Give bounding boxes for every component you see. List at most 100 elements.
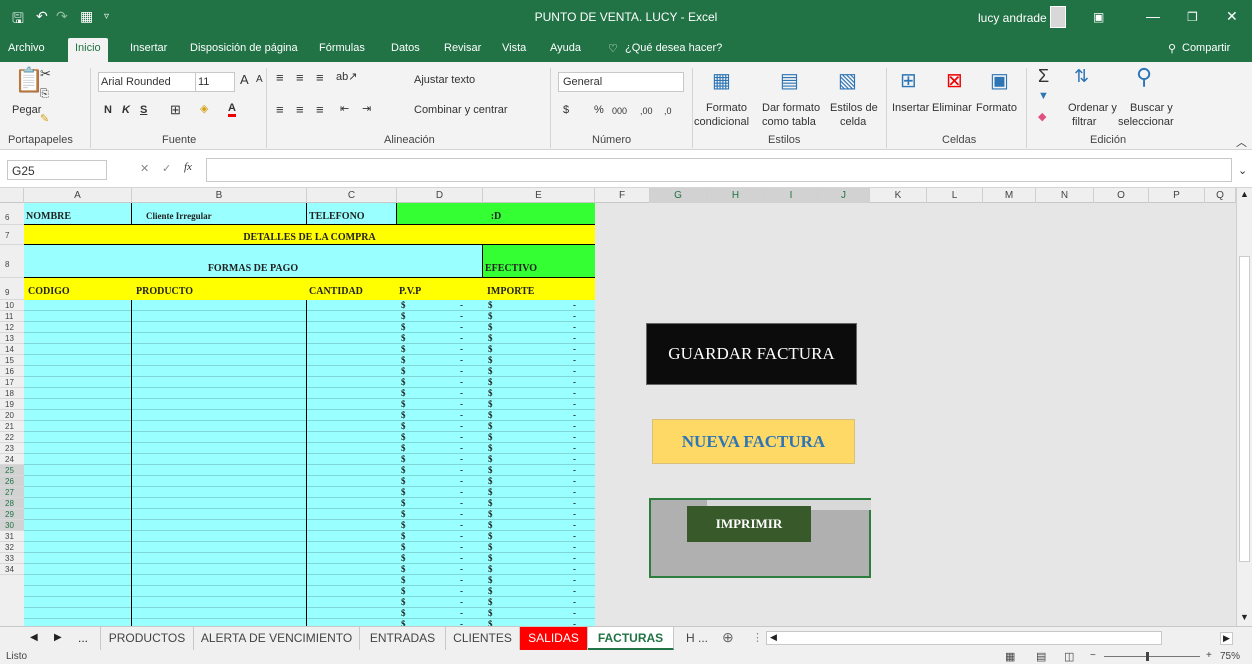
importe-value[interactable]: - — [573, 465, 576, 476]
detail-row[interactable]: $ - $ - — [24, 509, 595, 520]
importe-currency[interactable]: $ — [488, 564, 493, 575]
cell-nombre-label[interactable]: NOMBRE — [24, 203, 132, 225]
importe-value[interactable]: - — [573, 388, 576, 399]
detail-row[interactable]: $ - $ - — [24, 575, 595, 586]
decimal-decrease-button[interactable]: ,0 — [664, 106, 672, 116]
importe-currency[interactable]: $ — [488, 487, 493, 498]
horizontal-scrollbar[interactable]: ◀ — [766, 631, 1162, 645]
imprimir-button[interactable]: IMPRIMIR — [687, 506, 811, 542]
importe-currency[interactable]: $ — [488, 443, 493, 454]
zoom-in-icon[interactable]: + — [1206, 650, 1212, 661]
cancel-icon[interactable]: ✕ — [140, 162, 149, 175]
fill-icon[interactable]: ▼ — [1038, 90, 1049, 102]
importe-currency[interactable]: $ — [488, 311, 493, 322]
conditional-format-label-2[interactable]: condicional — [694, 116, 749, 128]
tell-me-input[interactable]: ¿Qué desea hacer? — [625, 42, 722, 54]
row-header[interactable]: 28 — [0, 498, 24, 509]
more-sheets-left[interactable]: ... — [78, 631, 88, 645]
cut-icon[interactable]: ✂ — [40, 66, 51, 82]
importe-value[interactable]: - — [573, 509, 576, 520]
pvp-value[interactable]: - — [460, 322, 463, 333]
cell-styles-icon[interactable]: ▧ — [838, 68, 857, 93]
importe-value[interactable]: - — [573, 608, 576, 619]
row-header[interactable]: 23 — [0, 443, 24, 454]
merge-center-button[interactable]: Combinar y centrar — [414, 104, 508, 116]
scroll-left-icon[interactable]: ◀ — [770, 632, 777, 643]
minimize-icon[interactable]: — — [1146, 8, 1160, 24]
importe-currency[interactable]: $ — [488, 476, 493, 487]
detail-row[interactable]: $ - $ - — [24, 476, 595, 487]
pvp-currency[interactable]: $ — [401, 575, 406, 586]
pvp-value[interactable]: - — [460, 542, 463, 553]
col-header[interactable]: F — [595, 188, 650, 203]
pvp-currency[interactable]: $ — [401, 586, 406, 597]
normal-view-icon[interactable]: ▦ — [1005, 650, 1015, 663]
tab-archivo[interactable]: Archivo — [8, 42, 45, 54]
importe-value[interactable]: - — [573, 498, 576, 509]
insert-cells-button[interactable]: Insertar — [892, 102, 929, 114]
importe-currency[interactable]: $ — [488, 454, 493, 465]
importe-currency[interactable]: $ — [488, 553, 493, 564]
importe-value[interactable]: - — [573, 344, 576, 355]
pvp-value[interactable]: - — [460, 410, 463, 421]
pvp-value[interactable]: - — [460, 454, 463, 465]
importe-value[interactable]: - — [573, 399, 576, 410]
row-header[interactable]: 9 — [0, 278, 24, 300]
pvp-value[interactable]: - — [460, 366, 463, 377]
col-header[interactable]: Q — [1205, 188, 1236, 203]
pvp-currency[interactable]: $ — [401, 520, 406, 531]
importe-value[interactable]: - — [573, 421, 576, 432]
detail-row[interactable]: $ - $ - — [24, 421, 595, 432]
importe-value[interactable]: - — [573, 619, 576, 626]
tabs-splitter-icon[interactable]: ⋮ — [752, 631, 763, 644]
pvp-currency[interactable]: $ — [401, 399, 406, 410]
zoom-level[interactable]: 75% — [1220, 651, 1240, 662]
pvp-value[interactable]: - — [460, 520, 463, 531]
tab-formulas[interactable]: Fórmulas — [319, 42, 365, 54]
col-header[interactable]: L — [927, 188, 983, 203]
pvp-value[interactable]: - — [460, 443, 463, 454]
row-header[interactable]: 12 — [0, 322, 24, 333]
importe-currency[interactable]: $ — [488, 300, 493, 311]
pvp-value[interactable]: - — [460, 311, 463, 322]
pvp-value[interactable]: - — [460, 388, 463, 399]
detail-table[interactable]: $ - $ - $ - $ - $ - $ - $ - $ - $ - $ - $ - $ - $ - $ - $ - $ - $ - $ - $ - $ -… — [24, 300, 595, 626]
importe-value[interactable]: - — [573, 520, 576, 531]
detail-row[interactable]: $ - $ - — [24, 597, 595, 608]
indent-increase-icon[interactable]: ⇥ — [362, 102, 371, 115]
detail-row[interactable]: $ - $ - — [24, 366, 595, 377]
pvp-value[interactable]: - — [460, 355, 463, 366]
header-producto[interactable]: PRODUCTO — [132, 278, 307, 300]
importe-currency[interactable]: $ — [488, 597, 493, 608]
worksheet-grid[interactable]: NOMBRE Cliente Irregular TELEFONO :D DET… — [24, 203, 1236, 626]
cell-telefono-label[interactable]: TELEFONO — [307, 203, 397, 225]
col-header[interactable]: H — [707, 188, 765, 203]
pvp-currency[interactable]: $ — [401, 366, 406, 377]
pvp-currency[interactable]: $ — [401, 476, 406, 487]
detail-row[interactable]: $ - $ - — [24, 311, 595, 322]
pvp-currency[interactable]: $ — [401, 553, 406, 564]
guardar-factura-button[interactable]: GUARDAR FACTURA — [646, 323, 857, 385]
collapse-ribbon-icon[interactable]: ︿ — [1236, 134, 1247, 150]
add-sheet-button[interactable]: ⊕ — [722, 629, 734, 646]
importe-value[interactable]: - — [573, 454, 576, 465]
pvp-value[interactable]: - — [460, 608, 463, 619]
importe-value[interactable]: - — [573, 432, 576, 443]
pvp-value[interactable]: - — [460, 333, 463, 344]
detail-row[interactable]: $ - $ - — [24, 586, 595, 597]
format-painter-icon[interactable]: ✎ — [40, 112, 49, 125]
expand-formula-icon[interactable]: ⌄ — [1238, 164, 1247, 177]
row-header[interactable]: 25 — [0, 465, 24, 476]
sort-filter-label-1[interactable]: Ordenar y — [1068, 102, 1117, 114]
row-header[interactable]: 14 — [0, 344, 24, 355]
detail-row[interactable]: $ - $ - — [24, 454, 595, 465]
page-break-icon[interactable]: ◫ — [1064, 650, 1074, 663]
pvp-currency[interactable]: $ — [401, 322, 406, 333]
bold-button[interactable]: N — [104, 104, 112, 116]
importe-currency[interactable]: $ — [488, 344, 493, 355]
pvp-currency[interactable]: $ — [401, 432, 406, 443]
pvp-currency[interactable]: $ — [401, 498, 406, 509]
importe-value[interactable]: - — [573, 575, 576, 586]
tab-datos[interactable]: Datos — [391, 42, 420, 54]
pvp-currency[interactable]: $ — [401, 443, 406, 454]
